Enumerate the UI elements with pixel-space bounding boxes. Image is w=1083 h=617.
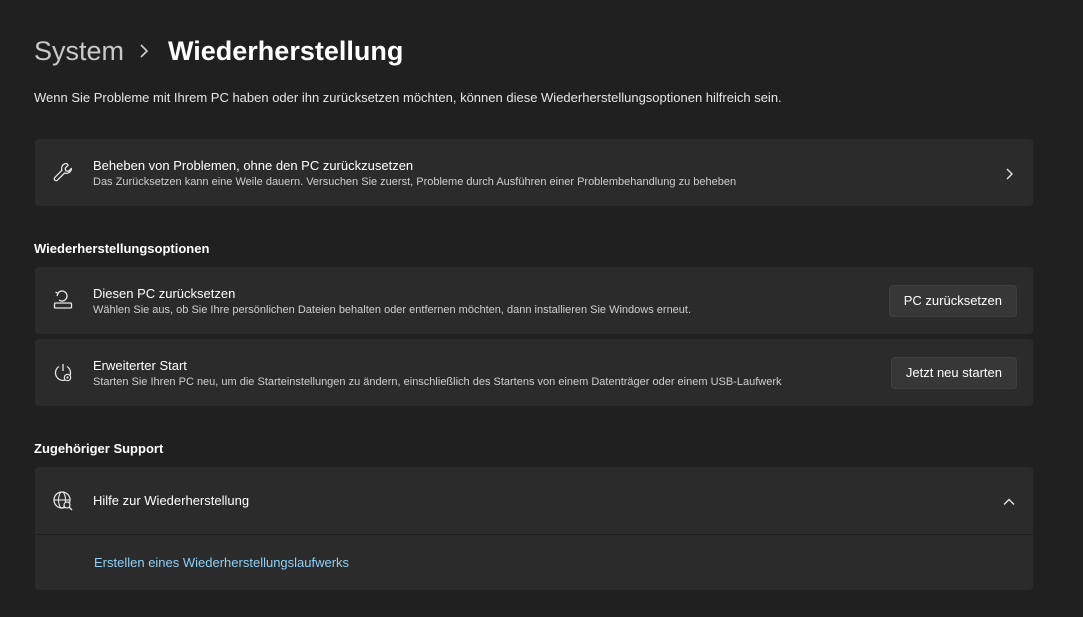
advanced-startup-card: Erweiterter Start Starten Sie Ihren PC n… [35, 339, 1033, 406]
support-heading: Zugehöriger Support [34, 441, 164, 456]
intro-text: Wenn Sie Probleme mit Ihrem PC haben ode… [34, 90, 782, 105]
recovery-options-heading: Wiederherstellungsoptionen [34, 241, 210, 256]
advanced-startup-icon [52, 362, 74, 384]
page-title: Wiederherstellung [168, 36, 404, 66]
create-recovery-drive-link[interactable]: Erstellen eines Wiederherstellungslaufwe… [94, 554, 349, 572]
expander-divider [35, 534, 1033, 535]
reset-pc-title: Diesen PC zurücksetzen [93, 286, 236, 301]
reset-pc-description: Wählen Sie aus, ob Sie Ihre persönlichen… [93, 304, 692, 316]
breadcrumb-parent[interactable]: System [34, 33, 124, 69]
reset-pc-button[interactable]: PC zurücksetzen [888, 285, 1017, 317]
chevron-right-icon [1003, 167, 1015, 180]
advanced-startup-description: Starten Sie Ihren PC neu, um die Startei… [93, 376, 782, 388]
troubleshoot-description: Das Zurücksetzen kann eine Weile dauern.… [93, 176, 737, 188]
troubleshoot-title: Beheben von Problemen, ohne den PC zurüc… [93, 158, 414, 173]
globe-search-icon [52, 490, 74, 512]
restart-now-button[interactable]: Jetzt neu starten [890, 357, 1017, 389]
reset-pc-card: Diesen PC zurücksetzen Wählen Sie aus, o… [35, 267, 1033, 334]
breadcrumb-separator-icon [124, 33, 168, 69]
chevron-up-icon [1003, 495, 1015, 507]
support-expander: Hilfe zur Wiederherstellung Erstellen ei… [35, 467, 1033, 590]
advanced-startup-title: Erweiterter Start [93, 358, 187, 373]
troubleshoot-card[interactable]: Beheben von Problemen, ohne den PC zurüc… [35, 139, 1033, 206]
support-expander-header[interactable]: Hilfe zur Wiederherstellung [35, 467, 1033, 534]
settings-page: System Wiederherstellung Wenn Sie Proble… [0, 0, 1083, 617]
breadcrumb: System Wiederherstellung [34, 33, 403, 69]
wrench-icon [52, 161, 74, 183]
reset-pc-icon [52, 289, 74, 311]
support-title: Hilfe zur Wiederherstellung [93, 493, 250, 508]
